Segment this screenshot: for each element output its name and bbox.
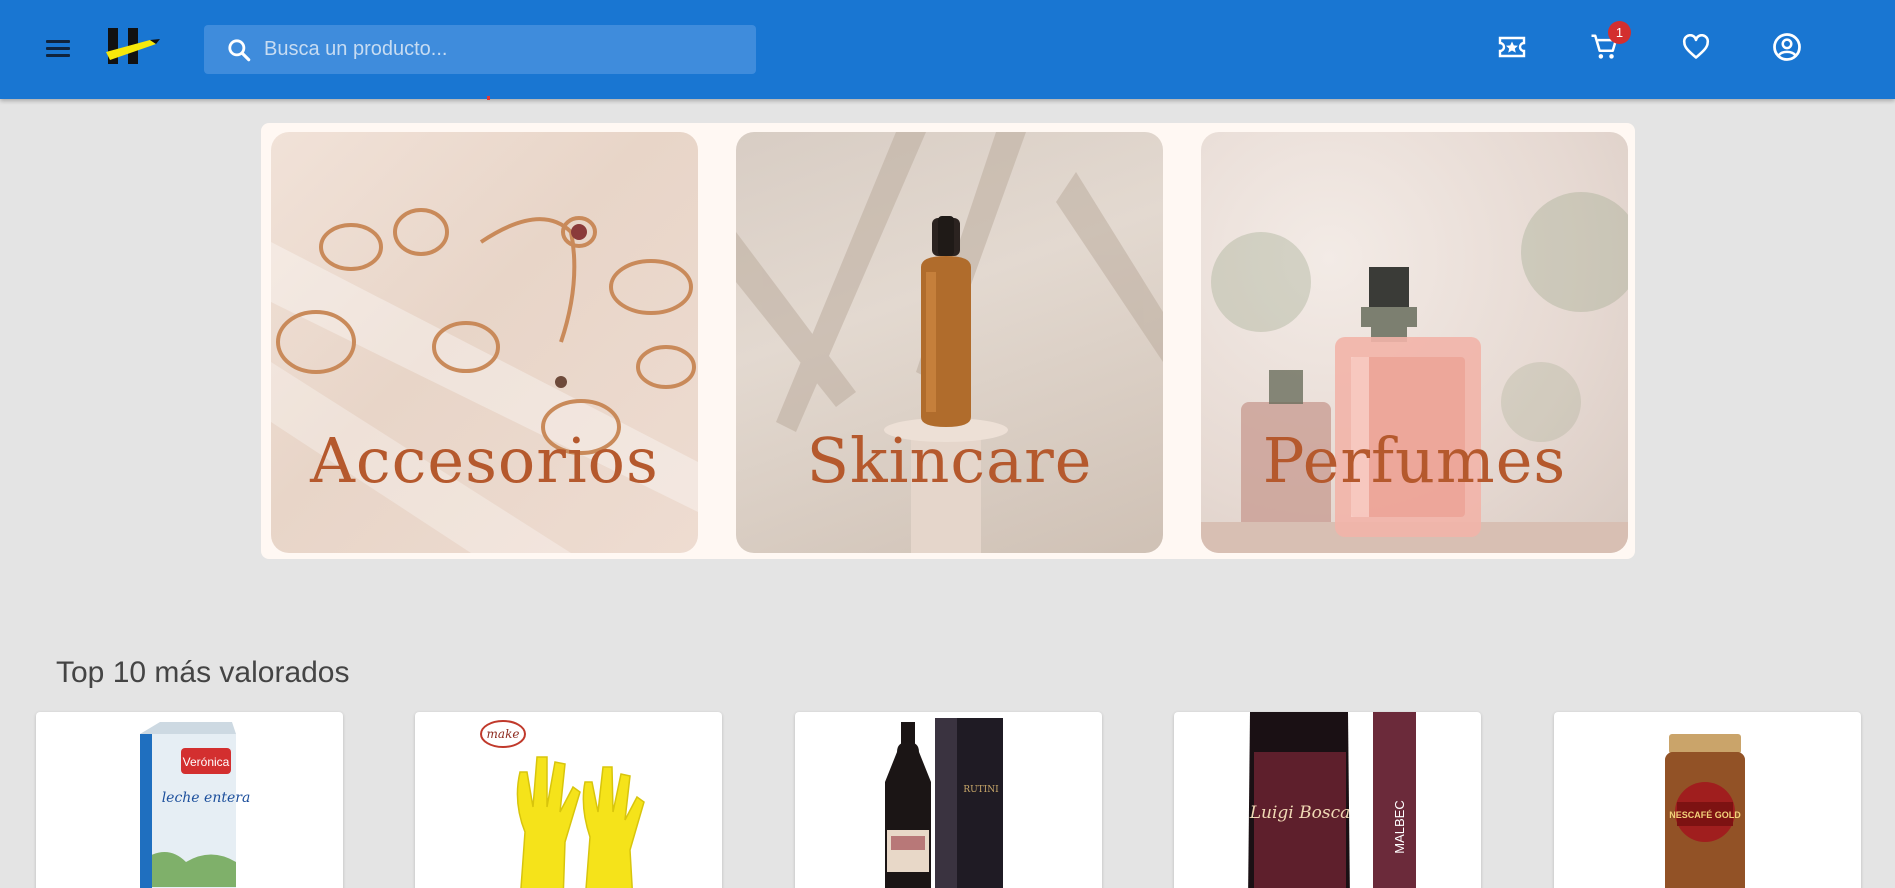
product-card[interactable]: RUTINI	[795, 712, 1102, 888]
product-brand: make	[487, 727, 520, 741]
heart-icon	[1682, 34, 1710, 59]
search-icon	[228, 38, 251, 61]
product-brand: Verónica	[183, 755, 230, 769]
product-card[interactable]: NESCAFÉ GOLD	[1554, 712, 1861, 888]
section-title: Top 10 más valorados	[56, 656, 350, 689]
menu-icon-line	[46, 47, 70, 50]
product-card[interactable]: Luigi Bosca MALBEC	[1174, 712, 1481, 888]
category-banner: Accesorios Skincare Perfumes	[261, 123, 1635, 559]
search-bar[interactable]	[204, 25, 756, 74]
cart-count-badge: 1	[1608, 21, 1631, 44]
product-brand: NESCAFÉ GOLD	[1669, 810, 1741, 820]
category-tile-perfumes[interactable]: Perfumes	[1201, 132, 1628, 553]
app-bar: 1	[0, 0, 1895, 99]
search-input[interactable]	[264, 38, 724, 61]
wine-bottle-box-image: RUTINI	[885, 718, 1003, 888]
product-card[interactable]: make	[415, 712, 722, 888]
category-tile-accesorios[interactable]: Accesorios	[271, 132, 698, 553]
logo[interactable]	[104, 26, 162, 68]
account-icon	[1773, 33, 1801, 61]
menu-button[interactable]	[38, 33, 76, 63]
favorites-button[interactable]	[1674, 25, 1718, 69]
coupon-icon	[1498, 36, 1526, 58]
product-brand: RUTINI	[963, 785, 999, 795]
category-label: Skincare	[806, 424, 1093, 497]
product-name: leche entera	[162, 790, 251, 806]
category-label: Accesorios	[310, 424, 659, 497]
account-button[interactable]	[1765, 25, 1809, 69]
yellow-gloves-image: make	[480, 720, 645, 888]
category-label: Perfumes	[1262, 424, 1567, 497]
menu-icon	[46, 40, 70, 43]
menu-icon-line	[46, 54, 70, 57]
product-variety: MALBEC	[1392, 800, 1407, 853]
product-card[interactable]: Verónica leche entera	[36, 712, 343, 888]
cart-button[interactable]: 1	[1582, 21, 1631, 69]
indicator-dot	[487, 96, 490, 100]
coffee-jar-image: NESCAFÉ GOLD	[1665, 734, 1745, 888]
category-tile-skincare[interactable]: Skincare	[736, 132, 1163, 553]
milk-carton-image: Verónica leche entera	[140, 722, 251, 888]
coupons-button[interactable]	[1490, 25, 1534, 69]
wine-bottle-image: Luigi Bosca MALBEC	[1248, 712, 1416, 888]
product-brand: Luigi Bosca	[1249, 803, 1351, 823]
